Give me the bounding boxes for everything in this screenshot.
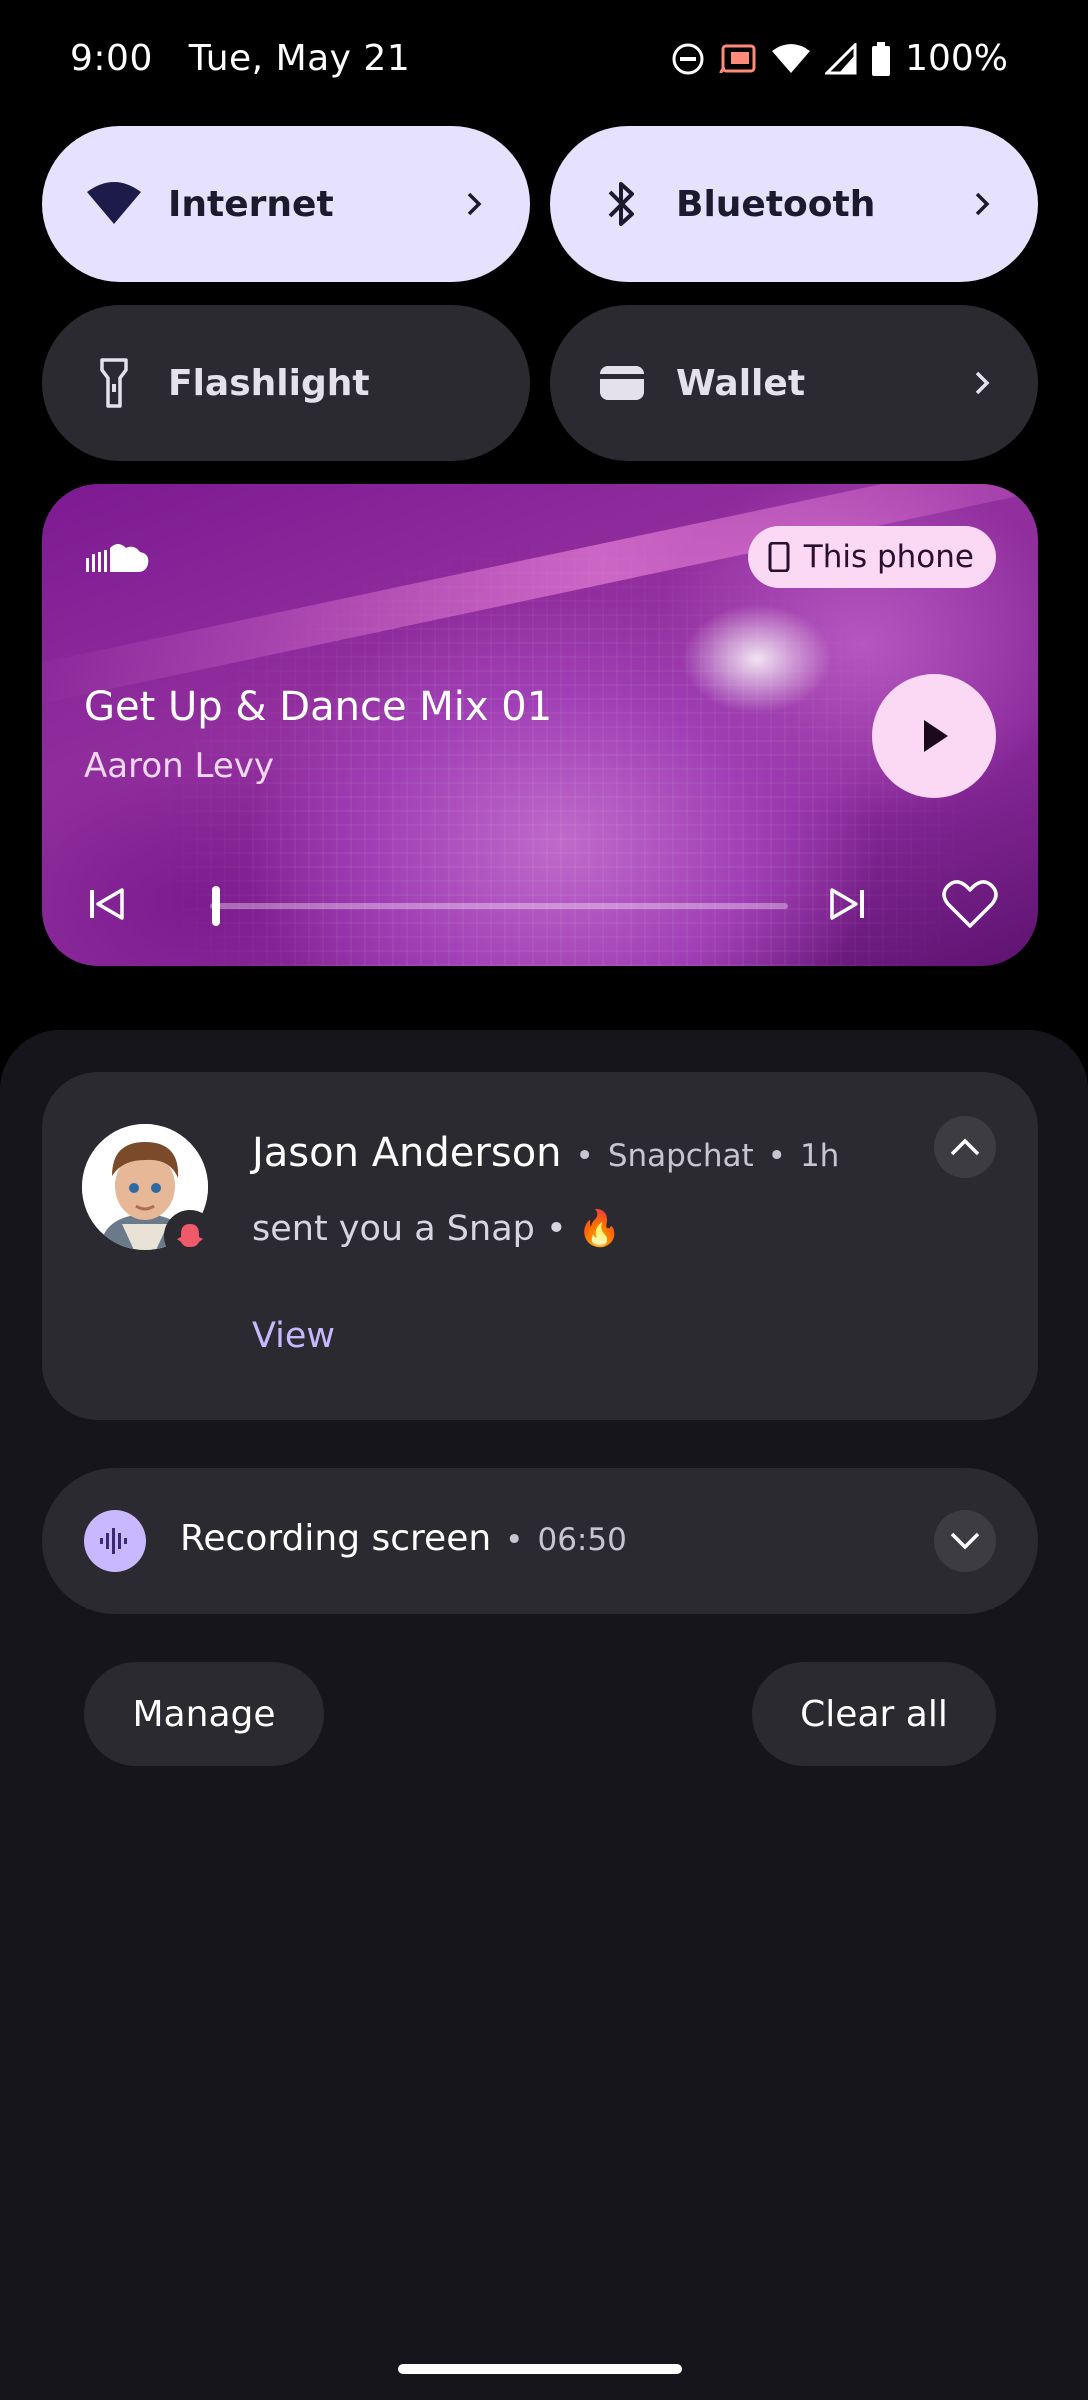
view-action-button[interactable]: View bbox=[252, 1316, 335, 1356]
clear-all-button[interactable]: Clear all bbox=[752, 1662, 996, 1766]
seek-thumb[interactable] bbox=[211, 886, 220, 926]
notification-header: Jason Anderson • Snapchat • 1h bbox=[252, 1130, 839, 1176]
separator-dot: • bbox=[767, 1138, 786, 1174]
home-gesture-bar[interactable] bbox=[398, 2364, 682, 2374]
wifi-icon bbox=[82, 172, 146, 236]
chevron-right-icon bbox=[975, 192, 990, 216]
chevron-right-icon bbox=[467, 192, 482, 216]
cast-icon bbox=[719, 44, 756, 73]
notification-text: sent you a Snap • 🔥 bbox=[252, 1209, 622, 1249]
previous-track-button[interactable] bbox=[84, 882, 128, 926]
chevron-down-icon bbox=[950, 1532, 980, 1550]
tile-bluetooth[interactable]: Bluetooth bbox=[550, 126, 1038, 282]
recording-elapsed: 06:50 bbox=[537, 1522, 627, 1558]
snapchat-icon bbox=[164, 1210, 216, 1262]
album-art-highlight bbox=[682, 604, 832, 714]
play-icon bbox=[924, 720, 948, 752]
manage-button[interactable]: Manage bbox=[84, 1662, 324, 1766]
seek-bar[interactable] bbox=[210, 903, 788, 909]
wifi-icon bbox=[772, 43, 811, 73]
tile-wallet-label: Wallet bbox=[676, 362, 806, 404]
signal-icon bbox=[825, 42, 857, 74]
chevron-right-icon bbox=[975, 371, 990, 395]
status-icons: 100% bbox=[671, 38, 1008, 79]
recording-title: Recording screen bbox=[180, 1518, 492, 1559]
flashlight-icon bbox=[82, 351, 146, 415]
media-title: Get Up & Dance Mix 01 bbox=[84, 684, 553, 730]
separator-dot: • bbox=[505, 1522, 524, 1558]
like-heart-button[interactable] bbox=[942, 878, 998, 930]
screen-recording-notification[interactable]: Recording screen • 06:50 bbox=[42, 1468, 1038, 1614]
notification-sender: Jason Anderson bbox=[252, 1130, 562, 1176]
phone-icon bbox=[768, 542, 790, 572]
wallet-icon bbox=[590, 351, 654, 415]
output-device-chip[interactable]: This phone bbox=[747, 526, 996, 588]
expand-button[interactable] bbox=[934, 1510, 996, 1572]
tile-flashlight[interactable]: Flashlight bbox=[42, 305, 530, 461]
media-artist: Aaron Levy bbox=[84, 746, 274, 786]
status-bar-datetime: 9:00 Tue, May 21 bbox=[70, 38, 410, 79]
collapse-button[interactable] bbox=[934, 1116, 996, 1178]
bluetooth-icon bbox=[590, 172, 654, 236]
notification-app: Snapchat bbox=[607, 1138, 754, 1174]
tile-bluetooth-label: Bluetooth bbox=[676, 183, 876, 225]
notification-time: 1h bbox=[799, 1138, 840, 1174]
dnd-icon bbox=[672, 43, 704, 74]
tile-wallet[interactable]: Wallet bbox=[550, 305, 1038, 461]
next-track-button[interactable] bbox=[826, 882, 870, 926]
battery-icon bbox=[872, 41, 891, 76]
recording-text: Recording screen • 06:50 bbox=[180, 1518, 627, 1559]
chevron-up-icon bbox=[950, 1138, 980, 1156]
status-time: 9:00 bbox=[70, 38, 153, 79]
status-date: Tue, May 21 bbox=[188, 38, 411, 79]
separator-dot: • bbox=[575, 1138, 594, 1174]
recording-waveform-icon bbox=[84, 1510, 146, 1572]
play-button[interactable] bbox=[872, 674, 996, 798]
tile-internet-label: Internet bbox=[168, 183, 334, 225]
output-device-label: This phone bbox=[803, 539, 974, 575]
tile-flashlight-label: Flashlight bbox=[168, 362, 370, 404]
media-player-card[interactable]: This phone Get Up & Dance Mix 01 Aaron L… bbox=[42, 484, 1038, 966]
notification-card[interactable]: Jason Anderson • Snapchat • 1h sent you … bbox=[42, 1072, 1038, 1420]
battery-percent: 100% bbox=[905, 38, 1008, 79]
soundcloud-icon bbox=[86, 544, 149, 572]
tile-internet[interactable]: Internet bbox=[42, 126, 530, 282]
